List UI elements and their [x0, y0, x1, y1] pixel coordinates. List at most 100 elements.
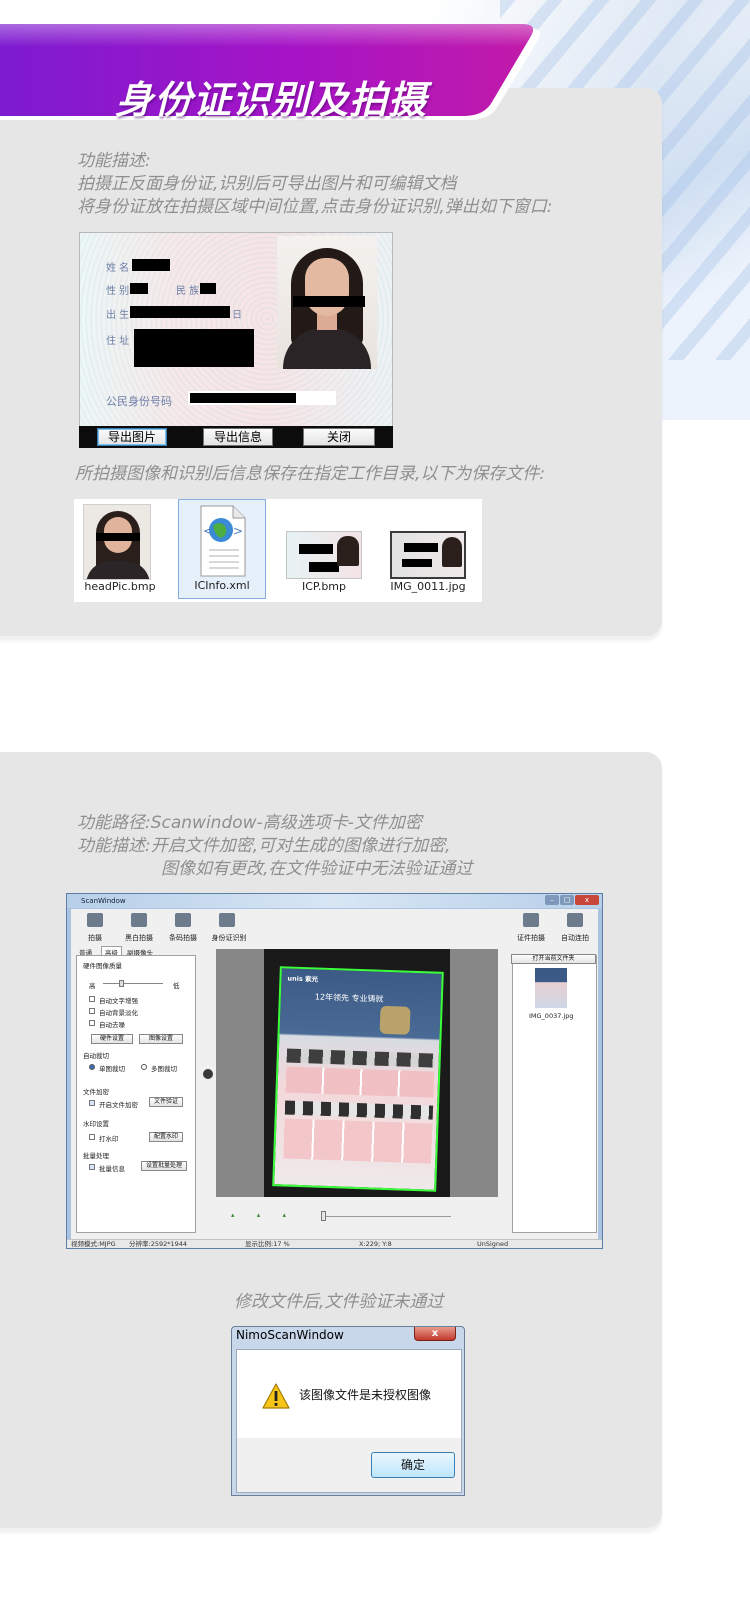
- status-signed: UnSigned: [477, 1240, 509, 1248]
- scanwindow-screenshot: ScanWindow – □ x 拍摄 黑白拍摄 条码拍摄 身份证识别 证件拍摄…: [66, 893, 603, 1249]
- id-card-button-bar: 导出图片 导出信息 关闭: [79, 426, 393, 448]
- batch-info-checkbox[interactable]: [89, 1164, 95, 1170]
- icp-thumbnail: [286, 531, 362, 579]
- auto-capture-icon[interactable]: [567, 913, 583, 927]
- status-resolution: 分辨率:2592*1944: [129, 1240, 188, 1248]
- collapse-toggle-icon[interactable]: [203, 1069, 213, 1079]
- product-row: [286, 1048, 435, 1068]
- toolbar-bw-capture[interactable]: 黑白拍摄: [119, 933, 159, 943]
- id-field-address-label: 住 址: [106, 336, 130, 347]
- batch-settings-button[interactable]: 设置批量处理: [141, 1161, 187, 1171]
- detected-page-outline: unis 紫光 12年领先 专业铸就: [272, 966, 444, 1192]
- file-label: ICInfo.xml: [194, 579, 250, 592]
- quality-slider[interactable]: [103, 983, 163, 984]
- scanwindow-title: ScanWindow: [67, 894, 602, 908]
- title-banner: 身份证识别及拍摄: [0, 24, 560, 122]
- multi-crop-radio[interactable]: [141, 1064, 147, 1070]
- product-row: [284, 1100, 434, 1120]
- dialog-close-icon[interactable]: x: [414, 1327, 456, 1341]
- hw-settings-button[interactable]: 硬件设置: [91, 1034, 133, 1044]
- auto-bg-fade-checkbox[interactable]: [89, 1008, 95, 1014]
- product-image: [379, 1005, 411, 1035]
- scanwindow-body: 拍摄 黑白拍摄 条码拍摄 身份证识别 证件拍摄 自动连拍 普通 高级 副摄像头 …: [71, 909, 598, 1241]
- redaction-bar: [132, 259, 170, 271]
- single-crop-radio[interactable]: [89, 1064, 95, 1070]
- barcode-icon[interactable]: [175, 913, 191, 927]
- check-label: 打水印: [99, 1135, 119, 1143]
- capture-icon[interactable]: [87, 913, 103, 927]
- export-info-button[interactable]: 导出信息: [203, 428, 273, 446]
- status-ratio: 显示比例:17 %: [245, 1240, 290, 1248]
- group-file-encrypt: 文件加密: [83, 1088, 109, 1096]
- id-field-birth-label: 出 生: [106, 310, 130, 321]
- quality-slider-thumb[interactable]: [119, 980, 124, 987]
- img0011-thumbnail: [390, 531, 466, 579]
- id-field-birth-suffix: 日: [232, 310, 242, 321]
- toolbar-barcode[interactable]: 条码拍摄: [163, 933, 203, 943]
- toolbar-auto-capture[interactable]: 自动连拍: [555, 933, 595, 943]
- check-label: 开启文件加密: [99, 1101, 138, 1109]
- saved-files-list: headPic.bmp < > ICInfo.xml ICP.bmp IMG_0…: [74, 499, 482, 602]
- file-item-headpic[interactable]: headPic.bmp: [76, 499, 164, 599]
- open-folder-button[interactable]: 打开当前文件夹: [511, 954, 596, 964]
- maximize-icon[interactable]: □: [560, 895, 574, 905]
- file-item-icp[interactable]: ICP.bmp: [280, 499, 368, 599]
- section2-desc-line2: 图像如有更改,在文件验证中无法验证通过: [161, 859, 473, 879]
- quality-low-label: 低: [173, 982, 180, 990]
- close-button[interactable]: 关闭: [303, 428, 375, 446]
- file-label: ICP.bmp: [301, 580, 347, 593]
- check-label: 自动文字增强: [99, 997, 138, 1005]
- check-label: 自动背景淡化: [99, 1009, 138, 1017]
- svg-text:<: <: [203, 524, 213, 538]
- save-note: 所拍摄图像和识别后信息保存在指定工作目录,以下为保存文件:: [75, 464, 546, 484]
- document-icon[interactable]: [523, 913, 539, 927]
- redaction-bar: [200, 283, 216, 294]
- eye-redaction-bar: [293, 296, 365, 307]
- doc-brand: unis 紫光: [287, 974, 319, 984]
- file-browser-panel: 打开当前文件夹 IMG_0037.jpg: [511, 954, 597, 1233]
- thumbnail-label: IMG_0037.jpg: [529, 1012, 574, 1020]
- xml-file-icon: < >: [200, 505, 246, 577]
- product-info-row: [285, 1066, 435, 1098]
- section1-desc-line2: 拍摄正反面身份证,识别后可导出图片和可编辑文档: [77, 174, 457, 194]
- section2-path: 功能路径:Scanwindow-高级选项卡-文件加密: [77, 813, 422, 833]
- auto-text-enhance-checkbox[interactable]: [89, 996, 95, 1002]
- thumbnail-image[interactable]: [535, 968, 567, 1008]
- status-coordinates: X:229; Y:8: [359, 1240, 392, 1248]
- dialog-title: NimoScanWindow: [236, 1328, 344, 1342]
- file-verify-button[interactable]: 文件验证: [149, 1097, 183, 1107]
- watermark-checkbox[interactable]: [89, 1134, 95, 1140]
- advanced-settings-panel: 硬件图像质量 高 低 自动文字增强 自动背景淡化 自动去噪 硬件设置 图像设置 …: [76, 955, 196, 1233]
- file-item-icinfo[interactable]: < > ICInfo.xml: [178, 499, 266, 599]
- auto-denoise-checkbox[interactable]: [89, 1020, 95, 1026]
- doc-slogan: 12年领先 专业铸就: [314, 992, 384, 1004]
- id-field-ethnic-label: 民 族: [176, 286, 200, 297]
- enable-encrypt-checkbox[interactable]: [89, 1100, 95, 1106]
- group-hw-quality: 硬件图像质量: [83, 962, 122, 970]
- preview-document-area: unis 紫光 12年领先 专业铸就: [264, 949, 450, 1197]
- banner-title: 身份证识别及拍摄: [115, 78, 428, 122]
- dialog-message: 该图像文件是未授权图像: [299, 1388, 432, 1402]
- minimize-icon[interactable]: –: [545, 895, 559, 905]
- dialog-body: 该图像文件是未授权图像 确定: [236, 1349, 462, 1493]
- toolbar-capture[interactable]: 拍摄: [75, 933, 115, 943]
- zoom-slider[interactable]: [321, 1216, 451, 1217]
- toolbar-doc-capture[interactable]: 证件拍摄: [511, 933, 551, 943]
- image-settings-button[interactable]: 图像设置: [139, 1034, 183, 1044]
- ok-button[interactable]: 确定: [371, 1452, 455, 1478]
- zoom-controls[interactable]: ▴ ▴ ▴: [231, 1211, 491, 1223]
- file-item-img0011[interactable]: IMG_0011.jpg: [384, 499, 472, 599]
- product-info-row: [283, 1118, 433, 1164]
- bw-capture-icon[interactable]: [131, 913, 147, 927]
- toolbar-id-recognize[interactable]: 身份证识别: [207, 933, 251, 943]
- redaction-bar: [130, 283, 148, 294]
- window-close-icon[interactable]: x: [575, 895, 599, 905]
- id-card-icon[interactable]: [219, 913, 235, 927]
- id-field-number-label: 公民身份号码: [106, 395, 172, 408]
- export-image-button[interactable]: 导出图片: [97, 428, 167, 446]
- redaction-bar: [130, 306, 230, 318]
- check-label: 自动去噪: [99, 1021, 125, 1029]
- unauthorized-image-dialog: NimoScanWindow x 该图像文件是未授权图像 确定: [231, 1326, 465, 1496]
- zoom-slider-thumb[interactable]: [321, 1211, 326, 1221]
- config-watermark-button[interactable]: 配置水印: [149, 1132, 183, 1142]
